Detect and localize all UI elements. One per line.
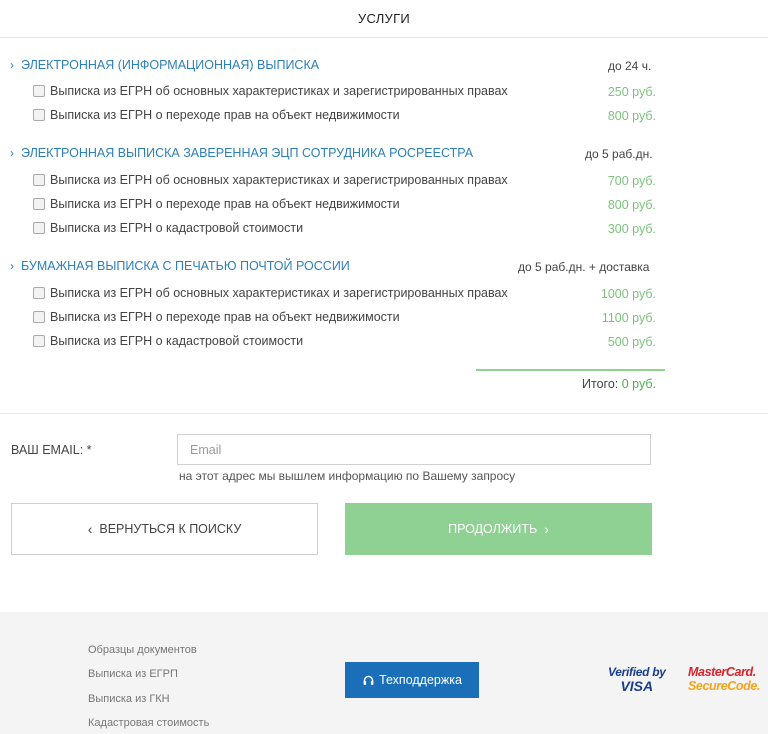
group-title-electronic-signed[interactable]: › ЭЛЕКТРОННАЯ ВЫПИСКА ЗАВЕРЕННАЯ ЭЦП СОТР…	[10, 146, 473, 160]
page-title: УСЛУГИ	[357, 11, 411, 26]
service-item[interactable]: Выписка из ЕГРН о кадастровой стоимости	[33, 332, 303, 350]
service-label: Выписка из ЕГРН о переходе прав на объек…	[50, 310, 400, 324]
service-label: Выписка из ЕГРН об основных характеристи…	[50, 84, 508, 98]
mastercard-securecode-logo: MasterCard. SecureCode.	[688, 665, 760, 693]
checkbox[interactable]	[33, 222, 45, 234]
service-label: Выписка из ЕГРН о кадастровой стоимости	[50, 221, 304, 235]
checkbox[interactable]	[33, 109, 45, 121]
checkbox[interactable]	[33, 174, 45, 186]
footer-link-cadastral[interactable]: Кадастровая стоимость	[88, 717, 209, 729]
footer-link-egrp[interactable]: Выписка из ЕГРП	[88, 668, 178, 680]
group-term: до 5 раб.дн.	[585, 147, 653, 161]
chevron-right-icon: ›	[544, 521, 549, 537]
group-title-paper-post[interactable]: › БУМАЖНАЯ ВЫПИСКА С ПЕЧАТЬЮ ПОЧТОЙ РОССИ…	[10, 259, 350, 273]
service-label: Выписка из ЕГРН о переходе прав на объек…	[50, 108, 400, 122]
visa-line2: VISA	[620, 678, 654, 694]
service-label: Выписка из ЕГРН о кадастровой стоимости	[50, 334, 304, 348]
footer-link-samples[interactable]: Образцы документов	[88, 644, 197, 656]
service-price: 700 руб.	[607, 174, 656, 188]
footer-link-gkn[interactable]: Выписка из ГКН	[88, 693, 170, 705]
service-item[interactable]: Выписка из ЕГРН о переходе прав на объек…	[33, 195, 400, 213]
service-item[interactable]: Выписка из ЕГРН об основных характеристи…	[33, 171, 508, 189]
service-price: 800 руб.	[607, 109, 656, 123]
service-item[interactable]: Выписка из ЕГРН о переходе прав на объек…	[33, 308, 400, 326]
continue-button[interactable]: ПРОДОЛЖИТЬ ›	[345, 503, 652, 555]
verified-by-visa-logo: Verified by VISA	[608, 665, 666, 693]
services-header: УСЛУГИ	[0, 0, 768, 38]
service-label: Выписка из ЕГРН об основных характеристи…	[50, 173, 508, 187]
service-price: 500 руб.	[607, 335, 656, 349]
email-hint: на этот адрес мы вышлем информацию по Ва…	[179, 469, 516, 483]
checkbox[interactable]	[33, 198, 45, 210]
service-price: 800 руб.	[607, 198, 656, 212]
email-field[interactable]	[177, 434, 651, 465]
support-label: Техподдержка	[379, 673, 462, 687]
service-price: 1100 руб.	[601, 311, 656, 325]
checkbox[interactable]	[33, 85, 45, 97]
back-to-search-button[interactable]: ‹ ВЕРНУТЬСЯ К ПОИСКУ	[11, 503, 318, 555]
total-divider	[476, 369, 665, 371]
service-label: Выписка из ЕГРН об основных характеристи…	[50, 286, 508, 300]
checkbox[interactable]	[33, 311, 45, 323]
service-price: 300 руб.	[607, 222, 656, 236]
mastercard-line1: MasterCard.	[688, 665, 756, 679]
section-divider	[0, 413, 768, 414]
headset-icon	[363, 675, 374, 685]
service-item[interactable]: Выписка из ЕГРН о переходе прав на объек…	[33, 106, 400, 124]
service-price: 1000 руб.	[600, 287, 656, 301]
checkbox[interactable]	[33, 335, 45, 347]
group-title-text: ЭЛЕКТРОННАЯ ВЫПИСКА ЗАВЕРЕННАЯ ЭЦП СОТРУ…	[21, 146, 474, 160]
chevron-right-icon: ›	[10, 146, 14, 160]
checkbox[interactable]	[33, 287, 45, 299]
group-title-electronic-info[interactable]: › ЭЛЕКТРОННАЯ (ИНФОРМАЦИОННАЯ) ВЫПИСКА	[10, 58, 319, 72]
support-button[interactable]: Техподдержка	[345, 662, 479, 698]
service-label: Выписка из ЕГРН о переходе прав на объек…	[50, 197, 400, 211]
service-item[interactable]: Выписка из ЕГРН об основных характеристи…	[33, 82, 508, 100]
mastercard-line2: SecureCode.	[688, 679, 761, 693]
service-price: 250 руб.	[607, 85, 656, 99]
continue-button-label: ПРОДОЛЖИТЬ	[448, 522, 538, 536]
chevron-right-icon: ›	[10, 58, 14, 72]
total-value: 0 руб.	[621, 377, 656, 391]
service-item[interactable]: Выписка из ЕГРН о кадастровой стоимости	[33, 219, 303, 237]
group-term: до 24 ч.	[608, 59, 652, 73]
back-button-label: ВЕРНУТЬСЯ К ПОИСКУ	[99, 522, 242, 536]
service-item[interactable]: Выписка из ЕГРН об основных характеристи…	[33, 284, 508, 302]
group-title-text: БУМАЖНАЯ ВЫПИСКА С ПЕЧАТЬЮ ПОЧТОЙ РОССИИ	[21, 259, 350, 273]
total-label: Итого:	[582, 377, 619, 391]
visa-line1: Verified by	[608, 665, 666, 679]
group-title-text: ЭЛЕКТРОННАЯ (ИНФОРМАЦИОННАЯ) ВЫПИСКА	[21, 58, 320, 72]
group-term: до 5 раб.дн. + доставка	[518, 260, 650, 274]
email-label: ВАШ EMAIL: *	[11, 443, 92, 457]
chevron-left-icon: ‹	[87, 521, 93, 537]
order-total: Итого: 0 руб.	[582, 377, 656, 391]
chevron-right-icon: ›	[10, 259, 14, 273]
